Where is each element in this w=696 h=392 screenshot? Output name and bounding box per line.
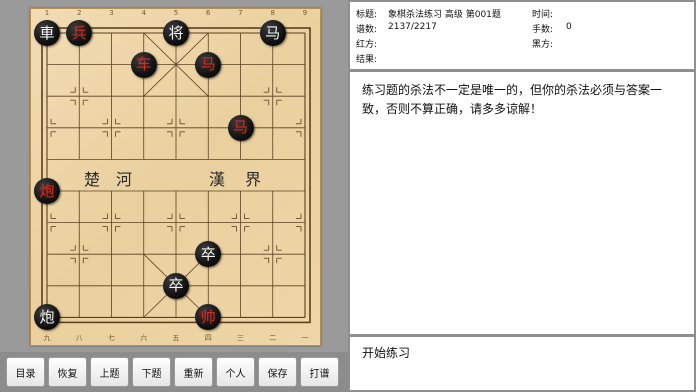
button-bar: 目录 恢复 上题 下题 重新 个人 保存 打谱 [0, 352, 348, 392]
description-panel[interactable]: 练习题的杀法不一定是唯一的，但你的杀法必须与答案一致，否则不算正确，请多多谅解！ [350, 72, 694, 334]
next-problem-button[interactable]: 下题 [132, 357, 171, 387]
save-button[interactable]: 保存 [258, 357, 297, 387]
river-label-chu: 楚 [84, 170, 101, 189]
black-piece[interactable]: 马 [259, 20, 286, 46]
record-button[interactable]: 打谱 [300, 357, 339, 387]
catalog-button[interactable]: 目录 [6, 357, 45, 387]
title-label: 标题: [356, 10, 378, 20]
result-label: 结果: [356, 55, 378, 65]
prev-problem-button[interactable]: 上题 [90, 357, 129, 387]
status-panel: 开始练习 [350, 337, 694, 390]
black-player-label: 黑方: [532, 40, 554, 50]
count-label: 谱数: [356, 25, 378, 35]
red-piece[interactable]: 马 [195, 51, 222, 78]
river-label-jie: 界 [245, 170, 262, 189]
moves-label: 手数: [532, 25, 554, 35]
board-grid[interactable] [0, 0, 348, 352]
restart-button[interactable]: 重新 [174, 357, 213, 387]
board-panel: 123456789 九八七六五四三二一 楚 河 漢 界 車兵将马车马马炮卒卒炮帅 [0, 0, 348, 352]
black-piece[interactable]: 車 [34, 20, 60, 46]
red-piece[interactable]: 马 [227, 114, 254, 141]
black-piece[interactable]: 卒 [163, 272, 189, 299]
status-text: 开始练习 [362, 346, 411, 360]
red-piece[interactable]: 兵 [66, 20, 93, 46]
red-player-label: 红方: [356, 40, 378, 50]
red-piece[interactable]: 帅 [195, 304, 222, 331]
red-piece[interactable]: 炮 [34, 178, 60, 204]
restore-button[interactable]: 恢复 [48, 357, 87, 387]
black-piece[interactable]: 将 [163, 20, 189, 46]
black-piece[interactable]: 炮 [34, 304, 60, 331]
river-label-he: 河 [116, 170, 133, 189]
river-label-han: 漢 [209, 170, 226, 189]
red-piece[interactable]: 车 [130, 51, 157, 78]
moves-value: 0 [566, 22, 572, 32]
black-piece[interactable]: 卒 [195, 241, 222, 268]
time-label: 时间: [532, 10, 554, 20]
description-text: 练习题的杀法不一定是唯一的，但你的杀法必须与答案一致，否则不算正确，请多多谅解！ [362, 83, 663, 116]
game-info-panel: 标题: 象棋杀法练习 高级 第001题 时间: 谱数: 2137/2217 手数… [350, 2, 694, 69]
count-value: 2137/2217 [388, 22, 437, 32]
personal-button[interactable]: 个人 [216, 357, 255, 387]
title-value: 象棋杀法练习 高级 第001题 [388, 10, 501, 20]
